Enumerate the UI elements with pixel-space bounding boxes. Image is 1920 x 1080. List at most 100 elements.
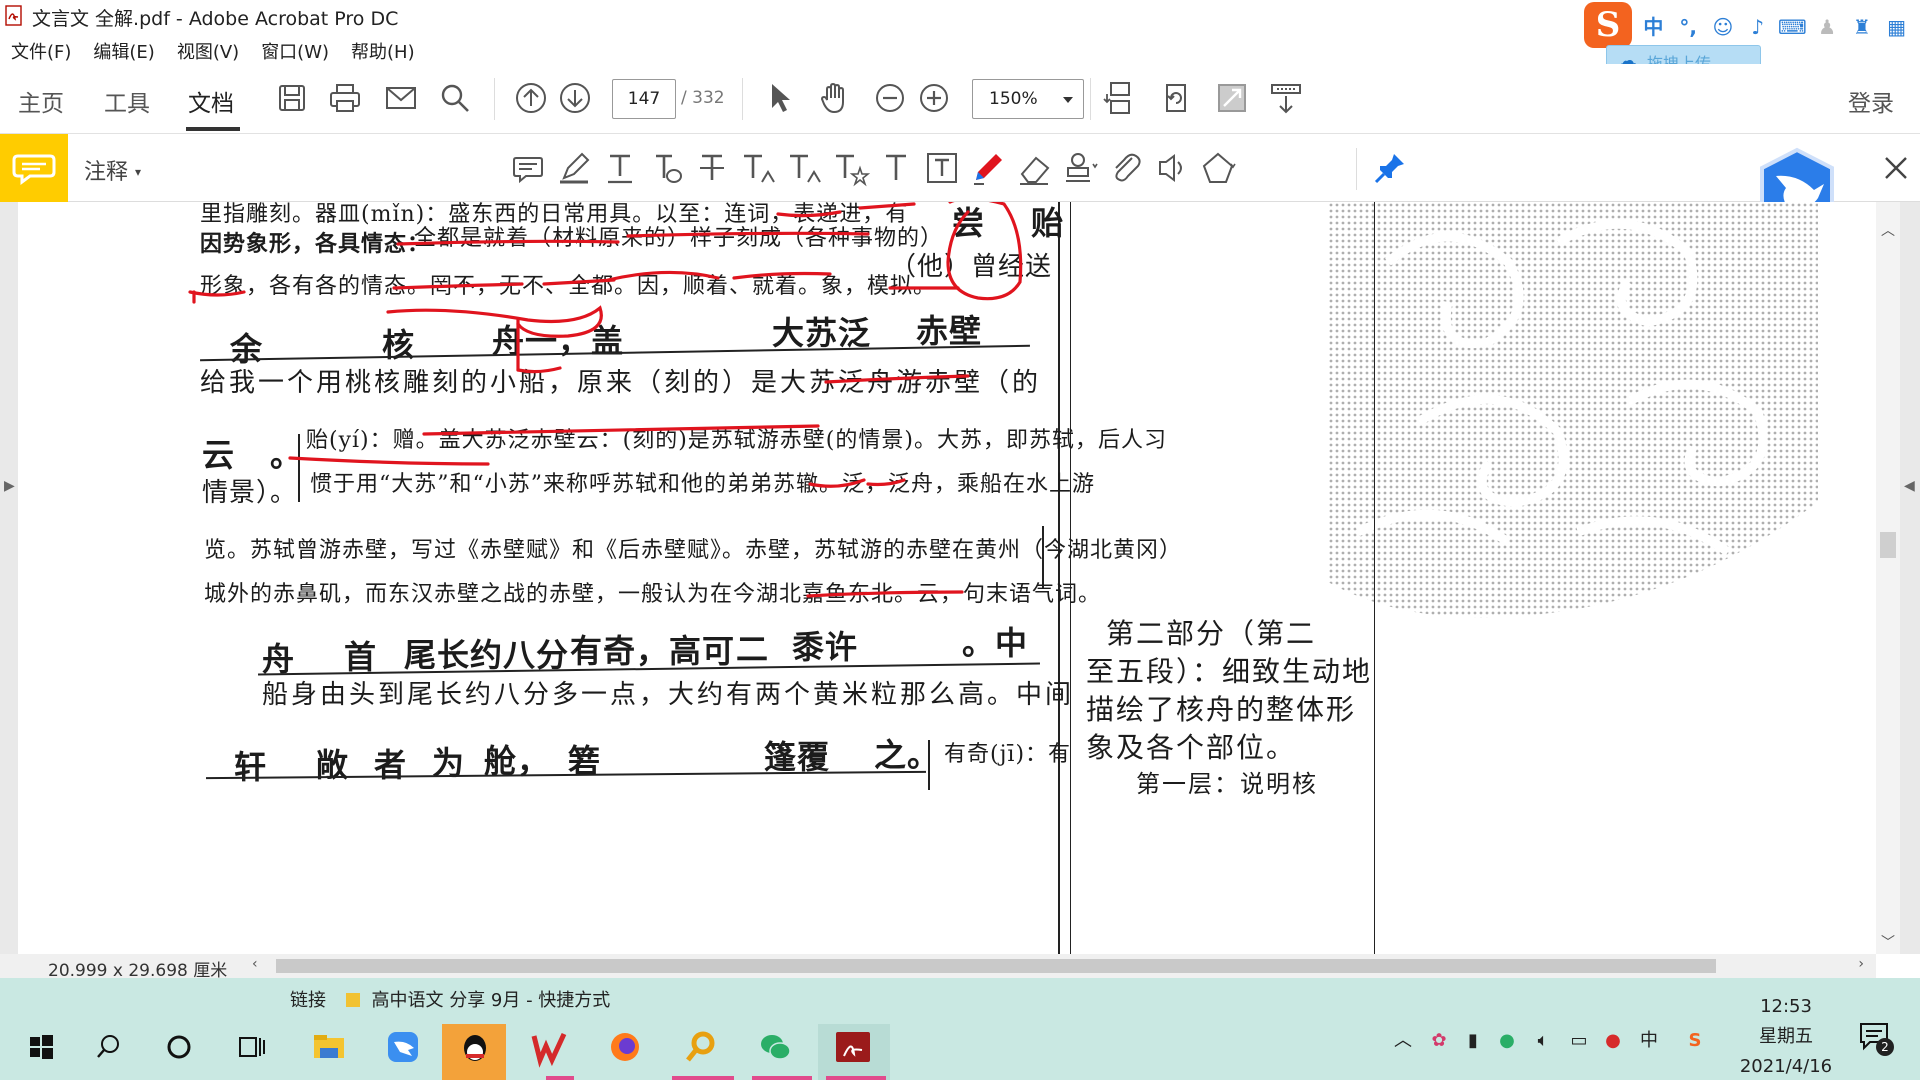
tray-sogou-icon[interactable]: S xyxy=(1682,1028,1708,1054)
read-mode-icon[interactable] xyxy=(1268,80,1304,116)
menu-edit[interactable]: 编辑(E) xyxy=(82,34,165,64)
page-number-input[interactable]: 147 xyxy=(612,79,676,119)
shapes-icon[interactable] xyxy=(1198,148,1238,188)
pin-icon[interactable] xyxy=(1372,150,1408,186)
tab-tools[interactable]: 工具 xyxy=(104,84,150,118)
horizontal-scrollbar[interactable]: ‹ › xyxy=(246,954,1876,978)
cortana-icon[interactable] xyxy=(156,1024,202,1070)
strikethrough-text-icon[interactable] xyxy=(646,148,686,188)
hand-icon[interactable] xyxy=(816,80,852,116)
eraser-icon[interactable] xyxy=(1014,148,1054,188)
save-icon[interactable] xyxy=(274,80,310,116)
select-cursor-icon[interactable] xyxy=(762,80,798,116)
side-note-line: 第二部分（第二 xyxy=(1106,617,1317,650)
rotate-icon[interactable] xyxy=(1158,80,1194,116)
toolbar-divider xyxy=(1090,78,1091,120)
main-toolbar: 主页 工具 文档 147 / 332 150% 登录 xyxy=(0,64,1920,134)
menu-window[interactable]: 窗口(W) xyxy=(250,34,340,64)
highlight-icon[interactable] xyxy=(554,148,594,188)
clock[interactable]: 12:53 星期五 2021/4/16 xyxy=(1736,992,1836,1080)
ime-punctuation-icon[interactable]: °, xyxy=(1673,13,1704,41)
next-page-icon[interactable] xyxy=(557,80,593,116)
dingtalk-icon[interactable] xyxy=(380,1024,426,1070)
vertical-scrollbar[interactable]: ︿ ﹀ xyxy=(1876,202,1900,954)
ime-lang-toggle[interactable]: 中 xyxy=(1638,13,1669,41)
search-tool-icon[interactable] xyxy=(678,1024,724,1070)
shortcut-item[interactable]: 高中语文 分享 9月 - 快捷方式 xyxy=(371,990,610,1011)
ime-voice-icon[interactable]: ♪ xyxy=(1742,13,1773,41)
input-language[interactable]: 中 xyxy=(1636,1028,1662,1054)
menu-view[interactable]: 视图(V) xyxy=(166,34,250,64)
attach-icon[interactable] xyxy=(1106,148,1146,188)
add-text-icon[interactable] xyxy=(876,148,916,188)
start-icon[interactable] xyxy=(18,1024,64,1070)
underline-text-icon[interactable] xyxy=(600,148,640,188)
tab-document[interactable]: 文档 xyxy=(188,84,234,118)
fullscreen-icon[interactable] xyxy=(1214,80,1250,116)
tray-app-icon[interactable]: ✿ xyxy=(1426,1028,1452,1054)
link-toolbar-label: 链接 xyxy=(290,990,326,1011)
email-icon[interactable] xyxy=(383,80,419,116)
prev-page-icon[interactable] xyxy=(513,80,549,116)
search-icon[interactable] xyxy=(437,80,473,116)
close-icon[interactable] xyxy=(1880,152,1912,184)
tray-expand-icon[interactable]: ︿ xyxy=(1390,1028,1416,1054)
scrollbar-thumb[interactable] xyxy=(276,959,1716,973)
insert-text-icon[interactable] xyxy=(738,148,778,188)
active-tab-indicator xyxy=(186,127,240,131)
add-note-text-icon[interactable] xyxy=(784,148,824,188)
text-comment-icon[interactable] xyxy=(830,148,870,188)
battery-icon[interactable]: ▭ xyxy=(1566,1028,1592,1054)
scroll-down-icon[interactable]: ﹀ xyxy=(1881,936,1895,950)
wechat-icon[interactable] xyxy=(752,1024,798,1070)
left-panel-toggle-icon[interactable]: ▶ xyxy=(4,478,15,494)
scroll-right-icon[interactable]: › xyxy=(1858,956,1864,972)
volume-icon[interactable]: 🔈︎ xyxy=(1530,1028,1556,1054)
comment-menu[interactable]: 注释 ▾ xyxy=(84,154,141,186)
zoom-out-icon[interactable] xyxy=(872,80,908,116)
tab-home[interactable]: 主页 xyxy=(18,84,64,118)
sticky-note-icon[interactable] xyxy=(508,148,548,188)
link-toolbar[interactable]: 链接 高中语文 分享 9月 - 快捷方式 xyxy=(290,986,610,1012)
qq-icon[interactable] xyxy=(452,1024,498,1070)
side-note-line: 第一层：说明核 xyxy=(1136,770,1318,798)
menu-file[interactable]: 文件(F) xyxy=(0,34,82,64)
right-panel-toggle-icon[interactable]: ◀ xyxy=(1904,478,1915,494)
record-audio-icon[interactable] xyxy=(1152,148,1192,188)
ime-keyboard-icon[interactable]: ⌨ xyxy=(1777,13,1808,41)
sogou-logo-icon[interactable]: S xyxy=(1584,2,1632,48)
ime-toolbox-icon[interactable]: ▦ xyxy=(1881,13,1912,41)
stamp-icon[interactable] xyxy=(1060,148,1100,188)
firefox-icon[interactable] xyxy=(602,1024,648,1070)
ime-user-icon[interactable]: ♟ xyxy=(1812,13,1843,41)
document-area[interactable]: 里指雕刻。器皿(mǐn)：盛东西的日常用具。以至：连词，表递进，有 因势象形，各… xyxy=(0,202,1920,954)
comment-bubble-icon xyxy=(12,154,56,185)
scroll-left-icon[interactable]: ‹ xyxy=(252,956,258,972)
pencil-icon[interactable] xyxy=(968,148,1008,188)
ime-emoji-icon[interactable]: ☺ xyxy=(1708,13,1739,41)
task-view-icon[interactable] xyxy=(228,1024,274,1070)
windows-taskbar: 链接 高中语文 分享 9月 - 快捷方式 ︿ ✿ ▮ ● 🔈︎ ▭ ● 中 S … xyxy=(0,978,1920,1080)
microphone-icon[interactable]: ▮ xyxy=(1460,1028,1486,1054)
text-box-icon[interactable] xyxy=(922,148,962,188)
login-link[interactable]: 登录 xyxy=(1848,84,1894,118)
acrobat-icon[interactable] xyxy=(830,1024,876,1070)
window-title: 文言文 全解.pdf - Adobe Acrobat Pro DC xyxy=(32,8,399,30)
pdf-page[interactable]: 里指雕刻。器皿(mǐn)：盛东西的日常用具。以至：连词，表递进，有 因势象形，各… xyxy=(18,202,1876,954)
comment-panel-button[interactable] xyxy=(0,134,68,202)
menu-help[interactable]: 帮助(H) xyxy=(340,34,426,64)
ime-skin-icon[interactable]: ♜ xyxy=(1847,13,1878,41)
tray-qq-icon[interactable]: ● xyxy=(1600,1028,1626,1054)
page-display-icon[interactable] xyxy=(1102,80,1138,116)
scroll-up-icon[interactable]: ︿ xyxy=(1881,224,1895,238)
zoom-level-select[interactable]: 150% xyxy=(972,79,1084,119)
file-explorer-icon[interactable] xyxy=(306,1024,352,1070)
search-icon[interactable] xyxy=(86,1024,132,1070)
print-icon[interactable] xyxy=(327,80,363,116)
scrollbar-thumb[interactable] xyxy=(1880,532,1896,558)
replace-text-icon[interactable] xyxy=(692,148,732,188)
wps-icon[interactable] xyxy=(526,1024,572,1070)
zoom-in-icon[interactable] xyxy=(916,80,952,116)
notification-center[interactable]: 2 xyxy=(1856,1018,1894,1056)
tray-wechat-icon[interactable]: ● xyxy=(1494,1028,1520,1054)
